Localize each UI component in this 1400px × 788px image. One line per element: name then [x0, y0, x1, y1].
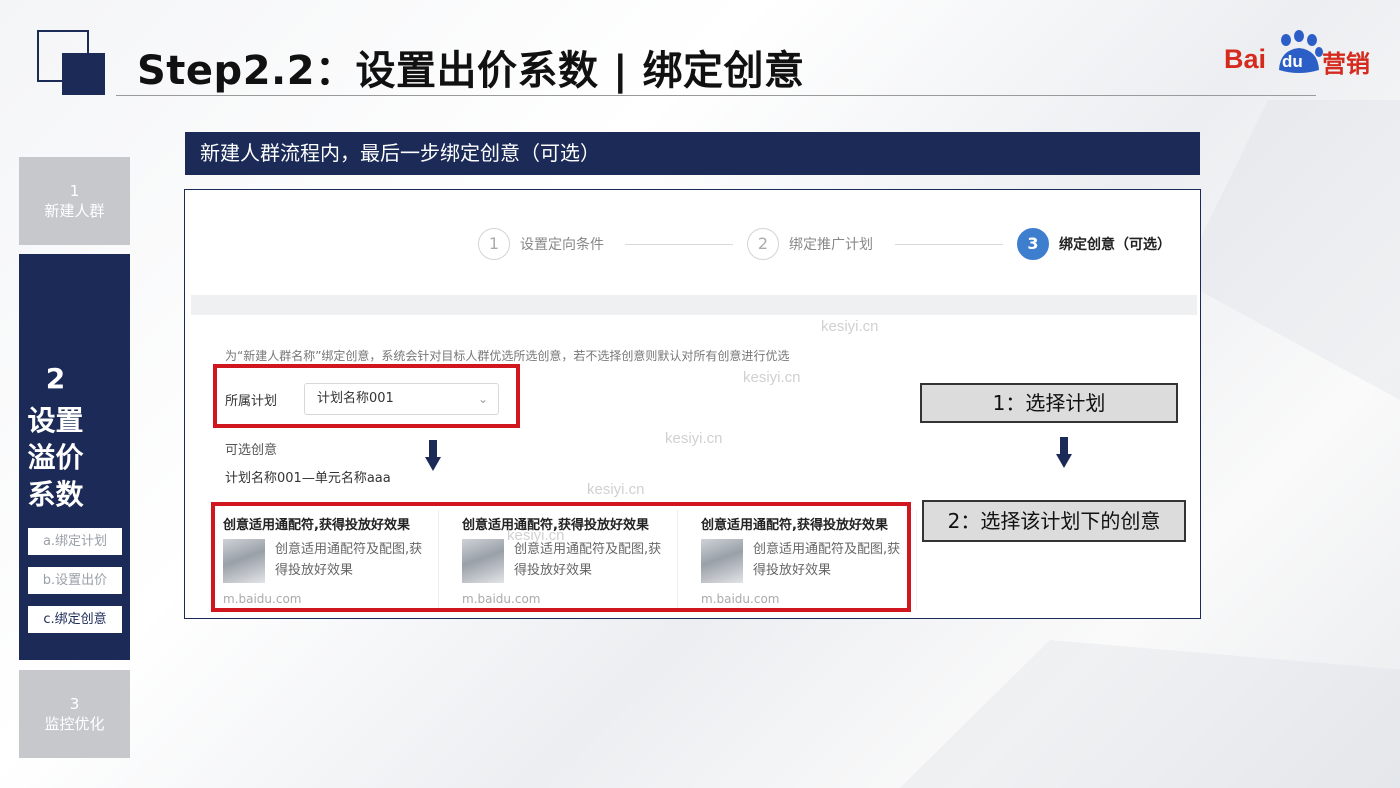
nav-section-label: 监控优化: [44, 715, 105, 733]
panel-divider-band: [191, 295, 1197, 315]
watermark-text: kesiyi.cn: [507, 527, 565, 544]
highlight-box-plan: [213, 364, 520, 428]
brand-bai-text: Bai: [1224, 44, 1267, 74]
background-shape: [900, 640, 1400, 788]
bind-creative-description: 为“新建人群名称”绑定创意，系统会针对目标人群优选所选创意，若不选择创意则默认对…: [225, 349, 790, 363]
watermark-text: kesiyi.cn: [821, 318, 879, 335]
page-title: Step2.2：设置出价系数 | 绑定创意: [137, 48, 805, 94]
nav-title-line: 溢价: [27, 441, 84, 474]
arrow-down-icon: [425, 440, 441, 471]
callout-select-plan: 1：选择计划: [920, 383, 1178, 423]
step-label: 绑定创意（可选）: [1059, 237, 1171, 253]
decorative-square-filled: [62, 53, 105, 95]
nav-section-new-audience[interactable]: 1 新建人群: [19, 157, 130, 245]
nav-section-monitor[interactable]: 3 监控优化: [19, 670, 130, 758]
step-connector: [895, 244, 1003, 245]
step-3: 3 绑定创意（可选）: [1017, 228, 1171, 260]
callout-select-creatives: 2：选择该计划下的创意: [922, 500, 1186, 542]
arrow-down-icon: [1056, 437, 1072, 468]
nav-section-number: 3: [69, 695, 80, 713]
nav-section-title: 设置 溢价 系数: [0, 402, 111, 513]
nav-subitem-bind-creative[interactable]: c.绑定创意: [28, 606, 122, 633]
nav-subitem-set-bid[interactable]: b.设置出价: [28, 567, 122, 594]
background-shape: [1180, 100, 1400, 400]
brand-du-text: du: [1282, 52, 1303, 71]
nav-subitem-bind-plan[interactable]: a.绑定计划: [28, 528, 122, 555]
optional-creatives-label: 可选创意: [225, 443, 278, 458]
step-1: 1 设置定向条件: [478, 228, 604, 260]
brand-suffix-text: 营销: [1322, 50, 1370, 78]
step-label: 设置定向条件: [520, 237, 604, 253]
nav-title-line: 设置: [27, 404, 84, 437]
step-label: 绑定推广计划: [789, 237, 873, 253]
nav-section-label: 新建人群: [44, 202, 105, 220]
watermark-text: kesiyi.cn: [743, 369, 801, 386]
nav-section-number: 2: [45, 362, 66, 395]
step-connector: [625, 244, 733, 245]
baidu-marketing-logo: Bai du 营销: [1222, 30, 1372, 80]
title-divider: [116, 95, 1316, 96]
nav-section-number: 1: [69, 182, 80, 200]
watermark-text: kesiyi.cn: [587, 481, 645, 498]
nav-title-line: 系数: [27, 478, 84, 511]
section-banner: 新建人群流程内，最后一步绑定创意（可选）: [185, 132, 1200, 175]
highlight-box-creatives: [211, 502, 911, 612]
step-number: 1: [478, 228, 510, 260]
step-2: 2 绑定推广计划: [747, 228, 873, 260]
step-number: 3: [1017, 228, 1049, 260]
step-number: 2: [747, 228, 779, 260]
watermark-text: kesiyi.cn: [665, 430, 723, 447]
unit-label: 计划名称001—单元名称aaa: [225, 471, 391, 486]
